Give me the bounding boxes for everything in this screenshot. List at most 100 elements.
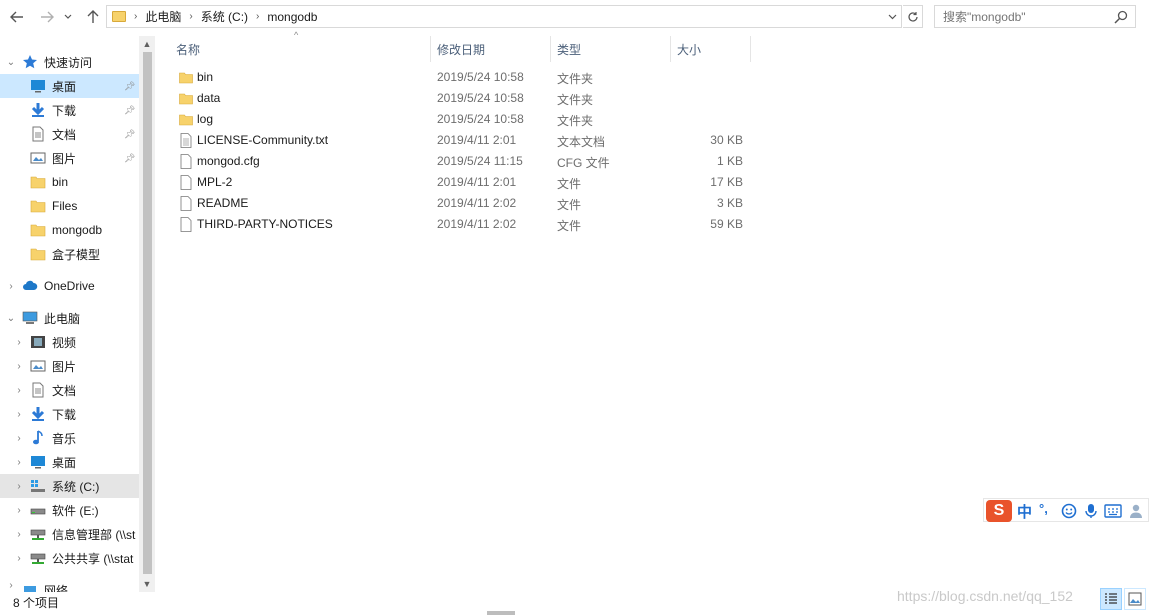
ime-mode-toggle[interactable]: 中 xyxy=(1017,501,1032,522)
chevron-right-icon[interactable]: › xyxy=(14,505,24,516)
sidebar-item-drive-e[interactable]: › 软件 (E:) xyxy=(0,498,139,522)
file-row[interactable]: README 2019/4/11 2:02 文件 3 KB xyxy=(170,193,750,214)
address-dropdown-button[interactable] xyxy=(883,6,901,27)
sidebar-item-pictures[interactable]: 图片 📌︎ xyxy=(0,146,139,170)
sidebar-item-box-model[interactable]: 盒子模型 xyxy=(0,242,139,266)
file-icon xyxy=(180,154,192,169)
sidebar-label: bin xyxy=(52,175,69,189)
sidebar-label: 文档 xyxy=(52,383,77,398)
file-row[interactable]: THIRD-PARTY-NOTICES 2019/4/11 2:02 文件 59… xyxy=(170,214,750,235)
sidebar-network[interactable]: › 网络 xyxy=(0,578,139,592)
file-type: 文件夹 xyxy=(557,114,594,128)
chevron-right-icon[interactable]: › xyxy=(14,337,24,348)
sidebar-item-drive-c[interactable]: › 系统 (C:) xyxy=(0,474,139,498)
sidebar-label: 图片 xyxy=(52,359,77,374)
chevron-down-icon[interactable]: ⌄ xyxy=(6,57,16,68)
column-header-name[interactable]: 名称 xyxy=(170,36,431,62)
file-name: THIRD-PARTY-NOTICES xyxy=(197,217,333,231)
chevron-right-icon[interactable]: › xyxy=(6,580,16,591)
sidebar-item-desktop[interactable]: 桌面 📌︎ xyxy=(0,74,139,98)
sidebar-quick-access[interactable]: ⌄ 快速访问 xyxy=(0,50,139,74)
address-bar[interactable]: › 此电脑 › 系统 (C:) › mongodb xyxy=(106,5,902,28)
search-input[interactable] xyxy=(943,9,1103,24)
details-view-button[interactable] xyxy=(1100,588,1122,610)
sidebar-item-documents[interactable]: 文档 📌︎ xyxy=(0,122,139,146)
sidebar-item-files[interactable]: Files xyxy=(0,194,139,218)
file-row[interactable]: MPL-2 2019/4/11 2:01 文件 17 KB xyxy=(170,172,750,193)
search-box[interactable] xyxy=(934,5,1136,28)
chevron-right-icon[interactable]: › xyxy=(14,361,24,372)
pin-icon[interactable]: 📌︎ xyxy=(124,129,135,140)
sidebar-onedrive[interactable]: › OneDrive xyxy=(0,274,139,298)
file-row[interactable]: mongod.cfg 2019/5/24 11:15 CFG 文件 1 KB xyxy=(170,151,750,172)
sidebar-label: 网络 xyxy=(44,584,69,592)
scroll-up-icon[interactable]: ▲ xyxy=(139,36,155,52)
star-icon xyxy=(23,55,37,69)
sidebar-item-pc-desktop[interactable]: › 桌面 xyxy=(0,450,139,474)
column-header-date[interactable]: 修改日期 xyxy=(431,36,551,62)
file-row[interactable]: bin 2019/5/24 10:58 文件夹 xyxy=(170,67,750,88)
chevron-right-icon[interactable]: › xyxy=(14,385,24,396)
sidebar-item-pc-downloads[interactable]: › 下载 xyxy=(0,402,139,426)
chevron-right-icon[interactable]: › xyxy=(14,433,24,444)
sidebar-item-pc-documents[interactable]: › 文档 xyxy=(0,378,139,402)
sidebar-label: 桌面 xyxy=(52,79,77,94)
microphone-icon[interactable] xyxy=(1084,503,1098,519)
user-icon[interactable] xyxy=(1128,503,1144,519)
sidebar-label: 盒子模型 xyxy=(52,247,101,262)
sidebar-item-videos[interactable]: › 视频 xyxy=(0,330,139,354)
chevron-right-icon[interactable]: › xyxy=(14,529,24,540)
chevron-right-icon[interactable]: › xyxy=(14,457,24,468)
chevron-right-icon[interactable]: › xyxy=(14,553,24,564)
pin-icon[interactable]: 📌︎ xyxy=(124,105,135,116)
pin-icon[interactable]: 📌︎ xyxy=(124,81,135,92)
chevron-right-icon[interactable]: › xyxy=(6,281,16,292)
file-size: 1 KB xyxy=(716,154,743,168)
file-row[interactable]: LICENSE-Community.txt 2019/4/11 2:01 文本文… xyxy=(170,130,750,151)
recent-locations-button[interactable] xyxy=(60,6,76,28)
sidebar-item-mongodb[interactable]: mongodb xyxy=(0,218,139,242)
back-button[interactable] xyxy=(6,6,28,28)
chevron-right-icon[interactable]: › xyxy=(14,409,24,420)
sidebar-scrollbar[interactable]: ▲ ▼ xyxy=(139,36,155,592)
file-row[interactable]: data 2019/5/24 10:58 文件夹 xyxy=(170,88,750,109)
sidebar-item-network-drive-2[interactable]: › 公共共享 (\\stat xyxy=(0,546,139,570)
breadcrumb-drive-c[interactable]: 系统 (C:) xyxy=(201,8,248,25)
chevron-down-icon[interactable]: ⌄ xyxy=(6,313,16,324)
windows-drive-icon xyxy=(31,480,45,492)
file-type: 文件夹 xyxy=(557,72,594,86)
sidebar-label: 软件 (E:) xyxy=(52,503,99,518)
breadcrumb-mongodb[interactable]: mongodb xyxy=(267,10,317,24)
file-date: 2019/5/24 10:58 xyxy=(437,112,524,126)
folder-icon xyxy=(179,93,193,105)
sidebar-this-pc[interactable]: ⌄ 此电脑 xyxy=(0,306,139,330)
column-label: 类型 xyxy=(557,42,582,57)
file-name: bin xyxy=(197,70,214,84)
scroll-down-icon[interactable]: ▼ xyxy=(139,576,155,592)
ime-logo[interactable]: S xyxy=(986,500,1012,522)
sidebar-item-downloads[interactable]: 下载 📌︎ xyxy=(0,98,139,122)
pin-icon[interactable]: 📌︎ xyxy=(124,153,135,164)
sidebar-item-network-drive-1[interactable]: › 信息管理部 (\\st xyxy=(0,522,139,546)
ime-punctuation-toggle[interactable]: °, xyxy=(1039,501,1048,516)
sidebar-item-music[interactable]: › 音乐 xyxy=(0,426,139,450)
emoji-icon[interactable] xyxy=(1061,503,1077,519)
column-header-size[interactable]: 大小 xyxy=(671,36,751,62)
file-row[interactable]: log 2019/5/24 10:58 文件夹 xyxy=(170,109,750,130)
sidebar-item-bin[interactable]: bin xyxy=(0,170,139,194)
sidebar-label: 快速访问 xyxy=(44,55,93,70)
large-icons-view-button[interactable] xyxy=(1124,588,1146,610)
column-header-type[interactable]: 类型 xyxy=(551,36,671,62)
scrollbar-thumb[interactable] xyxy=(143,52,152,574)
search-icon[interactable] xyxy=(1113,9,1129,25)
ime-toolbar[interactable]: S 中 °, xyxy=(983,498,1149,522)
sidebar-item-pc-pictures[interactable]: › 图片 xyxy=(0,354,139,378)
resize-grip[interactable] xyxy=(487,611,515,615)
breadcrumb-this-pc[interactable]: 此电脑 xyxy=(145,8,181,25)
network-icon xyxy=(24,586,36,592)
chevron-right-icon[interactable]: › xyxy=(14,481,24,492)
up-button[interactable] xyxy=(82,6,104,28)
refresh-button[interactable] xyxy=(903,5,923,28)
forward-button[interactable] xyxy=(36,6,58,28)
keyboard-icon[interactable] xyxy=(1104,504,1122,518)
